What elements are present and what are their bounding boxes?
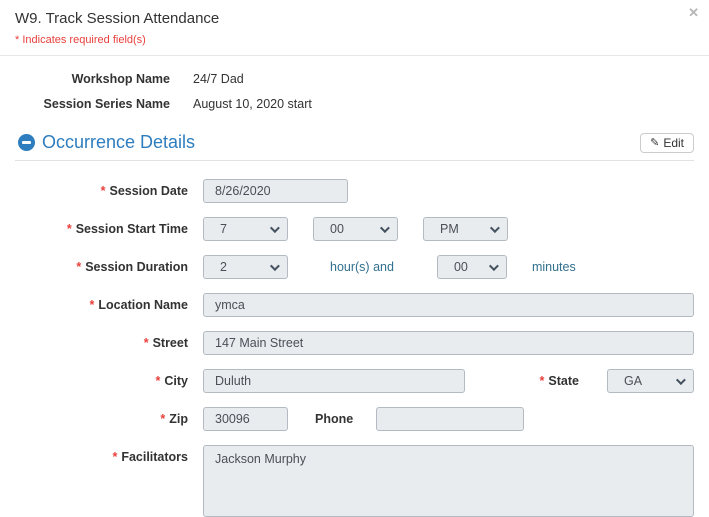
street-input[interactable] bbox=[203, 331, 694, 355]
workshop-name-label: Workshop Name bbox=[15, 72, 170, 86]
facilitators-textarea[interactable]: Jackson Murphy bbox=[203, 445, 694, 517]
session-series-name-label: Session Series Name bbox=[15, 97, 170, 111]
chevron-down-icon bbox=[380, 223, 390, 233]
session-start-time-row: *Session Start Time 7 00 PM bbox=[15, 217, 694, 241]
state-value: GA bbox=[624, 374, 642, 388]
required-asterisk: * bbox=[67, 222, 72, 236]
required-asterisk: * bbox=[540, 374, 545, 388]
dialog-title: W9. Track Session Attendance bbox=[15, 10, 694, 27]
session-duration-row: *Session Duration 2 hour(s) and 00 minut… bbox=[15, 255, 694, 279]
start-hour-select[interactable]: 7 bbox=[203, 217, 288, 241]
chevron-down-icon bbox=[676, 375, 686, 385]
street-row: *Street bbox=[15, 331, 694, 355]
session-duration-label: *Session Duration bbox=[15, 255, 188, 279]
location-name-row: *Location Name bbox=[15, 293, 694, 317]
occurrence-details-header: Occurrence Details ✎ Edit bbox=[0, 124, 709, 160]
duration-hours-select[interactable]: 2 bbox=[203, 255, 288, 279]
chevron-down-icon bbox=[489, 261, 499, 271]
required-asterisk: * bbox=[101, 184, 106, 198]
location-name-label: *Location Name bbox=[15, 293, 188, 317]
session-start-time-label: *Session Start Time bbox=[15, 217, 188, 241]
track-session-attendance-dialog: W9. Track Session Attendance ✕ * Indicat… bbox=[0, 0, 709, 517]
edit-button[interactable]: ✎ Edit bbox=[640, 133, 694, 153]
close-icon[interactable]: ✕ bbox=[688, 6, 699, 19]
duration-minutes-value: 00 bbox=[454, 260, 468, 274]
session-info-block: Workshop Name 24/7 Dad Session Series Na… bbox=[0, 56, 709, 124]
phone-input[interactable] bbox=[376, 407, 524, 431]
required-fields-note: * Indicates required field(s) bbox=[15, 34, 694, 46]
required-asterisk: * bbox=[90, 298, 95, 312]
chevron-down-icon bbox=[270, 261, 280, 271]
duration-hours-value: 2 bbox=[220, 260, 227, 274]
workshop-name-row: Workshop Name 24/7 Dad bbox=[15, 70, 694, 88]
collapse-minus-icon[interactable] bbox=[18, 134, 35, 151]
city-state-row: *City *State GA bbox=[15, 369, 694, 393]
zip-label: *Zip bbox=[15, 407, 188, 431]
facilitators-row: *Facilitators Jackson Murphy bbox=[15, 445, 694, 517]
session-date-label: *Session Date bbox=[15, 179, 188, 203]
city-input[interactable] bbox=[203, 369, 465, 393]
required-asterisk: * bbox=[76, 260, 81, 274]
required-asterisk: * bbox=[144, 336, 149, 350]
pencil-icon: ✎ bbox=[650, 136, 659, 149]
minus-bar bbox=[22, 141, 31, 144]
start-minute-select[interactable]: 00 bbox=[313, 217, 398, 241]
chevron-down-icon bbox=[490, 223, 500, 233]
location-name-input[interactable] bbox=[203, 293, 694, 317]
zip-input[interactable] bbox=[203, 407, 288, 431]
required-asterisk: * bbox=[160, 412, 165, 426]
required-asterisk: * bbox=[156, 374, 161, 388]
state-label: *State bbox=[540, 374, 579, 388]
street-label: *Street bbox=[15, 331, 188, 355]
session-series-name-value: August 10, 2020 start bbox=[193, 97, 312, 111]
hours-suffix-text: hour(s) and bbox=[330, 260, 394, 274]
chevron-down-icon bbox=[270, 223, 280, 233]
phone-label: Phone bbox=[315, 412, 353, 426]
session-date-input[interactable] bbox=[203, 179, 348, 203]
duration-minutes-select[interactable]: 00 bbox=[437, 255, 507, 279]
start-minute-value: 00 bbox=[330, 222, 344, 236]
workshop-name-value: 24/7 Dad bbox=[193, 72, 244, 86]
city-label: *City bbox=[15, 369, 188, 393]
start-meridiem-select[interactable]: PM bbox=[423, 217, 508, 241]
occurrence-details-title: Occurrence Details bbox=[42, 132, 195, 153]
zip-phone-row: *Zip Phone bbox=[15, 407, 694, 431]
required-asterisk: * bbox=[112, 450, 117, 464]
minutes-suffix-text: minutes bbox=[532, 260, 576, 274]
dialog-header: W9. Track Session Attendance ✕ bbox=[0, 0, 709, 27]
session-series-name-row: Session Series Name August 10, 2020 star… bbox=[15, 95, 694, 113]
state-select[interactable]: GA bbox=[607, 369, 694, 393]
facilitators-label: *Facilitators bbox=[15, 445, 188, 469]
start-hour-value: 7 bbox=[220, 222, 227, 236]
start-meridiem-value: PM bbox=[440, 222, 459, 236]
edit-button-label: Edit bbox=[663, 136, 684, 150]
occurrence-details-form: *Session Date *Session Start Time 7 00 P… bbox=[0, 161, 709, 517]
session-date-row: *Session Date bbox=[15, 179, 694, 203]
